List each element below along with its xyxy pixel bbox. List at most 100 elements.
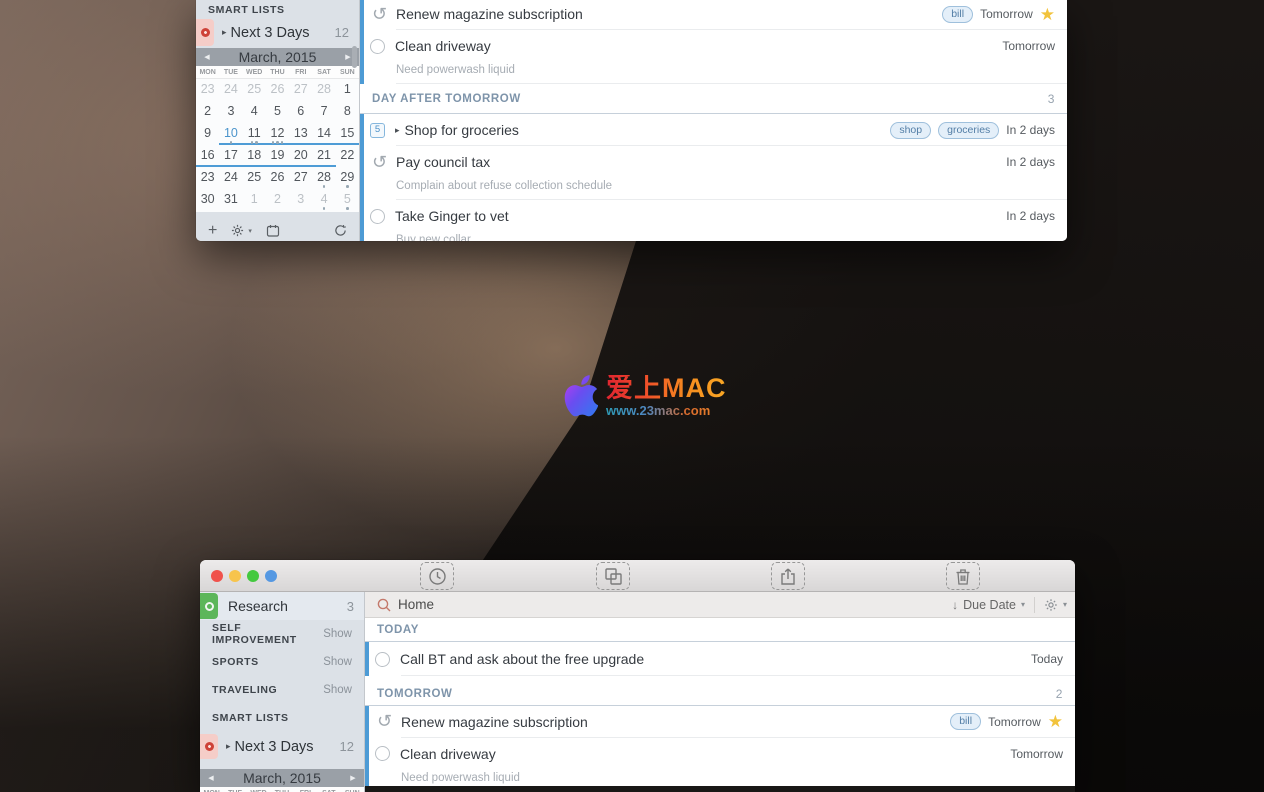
calendar-day[interactable]: 31 xyxy=(219,189,242,211)
task-row[interactable]: ↺ Renew magazine subscription bill Tomor… xyxy=(365,706,1075,738)
calendar-day[interactable]: 27 xyxy=(289,167,312,189)
calendar-day[interactable]: 19 xyxy=(266,145,289,167)
group-show-button[interactable]: Show xyxy=(323,656,352,668)
sync-refresh-icon[interactable] xyxy=(334,224,347,237)
task-row[interactable]: ↺ Renew magazine subscription bill Tomor… xyxy=(360,0,1067,30)
calendar-day[interactable]: 20 xyxy=(289,145,312,167)
disclosure-triangle-icon[interactable]: ▸ xyxy=(395,125,400,136)
chevron-down-icon[interactable]: ▾ xyxy=(1021,600,1025,609)
sidebar-group-traveling[interactable]: TRAVELING Show xyxy=(200,676,364,704)
calendar-day[interactable]: 4 xyxy=(312,189,335,211)
sidebar-group-sports[interactable]: SPORTS Show xyxy=(200,648,364,676)
sidebar-scrollbar[interactable] xyxy=(352,46,357,68)
calendar-day[interactable]: 2 xyxy=(266,189,289,211)
calendar-day[interactable]: 5 xyxy=(266,101,289,123)
star-icon[interactable]: ★ xyxy=(1040,6,1055,23)
checkbox[interactable] xyxy=(370,209,385,224)
fullscreen-button[interactable] xyxy=(265,570,277,582)
task-row[interactable]: Take Ginger to vet In 2 days Buy new col… xyxy=(360,200,1067,241)
calendar-day[interactable]: 25 xyxy=(243,79,266,101)
calendar-day[interactable]: 24 xyxy=(219,167,242,189)
sidebar-item-next-3-days[interactable]: ▸ Next 3 Days 12 xyxy=(196,17,359,48)
disclosure-triangle-icon[interactable]: ▸ xyxy=(222,27,227,38)
checkbox[interactable] xyxy=(375,746,390,761)
calendar-day[interactable]: 8 xyxy=(336,101,359,123)
checkbox[interactable] xyxy=(370,39,385,54)
calendar-day-today[interactable]: 10 xyxy=(219,123,242,145)
calendar-day[interactable]: 24 xyxy=(219,79,242,101)
tag-pill[interactable]: groceries xyxy=(938,122,999,139)
calendar-day[interactable]: 12 xyxy=(266,123,289,145)
gear-chevron-icon[interactable]: ▾ xyxy=(248,227,252,235)
recurring-checkbox-icon[interactable]: ↺ xyxy=(370,5,389,24)
close-button[interactable] xyxy=(211,570,223,582)
calendar-day[interactable]: 16 xyxy=(196,145,219,167)
minimize-button[interactable] xyxy=(229,570,241,582)
group-show-button[interactable]: Show xyxy=(323,684,352,696)
calendar-day[interactable]: 30 xyxy=(196,189,219,211)
chevron-down-icon[interactable]: ▾ xyxy=(1063,600,1067,609)
sort-by-button[interactable]: Due Date xyxy=(963,598,1016,612)
group-show-button[interactable]: Show xyxy=(323,628,352,640)
calendar-icon[interactable] xyxy=(266,224,280,237)
search-bar[interactable]: Home ↓ Due Date ▾ ▾ xyxy=(365,592,1075,618)
calendar-next-icon[interactable]: ▶ xyxy=(342,774,364,782)
calendar-day[interactable]: 2 xyxy=(196,101,219,123)
gear-icon[interactable] xyxy=(231,224,244,237)
recurring-checkbox-icon[interactable]: ↺ xyxy=(370,153,389,172)
task-row[interactable]: ↺ Pay council tax In 2 days Complain abo… xyxy=(360,146,1067,200)
calendar-day[interactable]: 18 xyxy=(243,145,266,167)
share-toolbar-button[interactable] xyxy=(771,562,805,590)
calendar-day[interactable]: 26 xyxy=(266,79,289,101)
calendar-prev-icon[interactable]: ◀ xyxy=(200,774,222,782)
calendar-day[interactable]: 15 xyxy=(336,123,359,145)
calendar-day[interactable]: 21 xyxy=(312,145,335,167)
calendar-day[interactable]: 22 xyxy=(336,145,359,167)
calendar-day[interactable]: 23 xyxy=(196,79,219,101)
calendar-day[interactable]: 17 xyxy=(219,145,242,167)
trash-toolbar-button[interactable] xyxy=(946,562,980,590)
sidebar-item-next-3-days[interactable]: ▸ Next 3 Days 12 xyxy=(200,732,364,761)
calendar-day[interactable]: 11 xyxy=(243,123,266,145)
calendar-day[interactable]: 26 xyxy=(266,167,289,189)
calendar-day[interactable]: 28 xyxy=(312,79,335,101)
calendar-day[interactable]: 4 xyxy=(243,101,266,123)
tag-pill[interactable]: bill xyxy=(942,6,973,23)
calendar-day[interactable]: 1 xyxy=(243,189,266,211)
calendar-day[interactable]: 14 xyxy=(312,123,335,145)
calendar-day[interactable]: 3 xyxy=(289,189,312,211)
calendar-day[interactable]: 3 xyxy=(219,101,242,123)
calendar-day[interactable]: 9 xyxy=(196,123,219,145)
duplicate-windows-toolbar-button[interactable] xyxy=(596,562,630,590)
tag-pill[interactable]: bill xyxy=(950,713,981,730)
calendar-day[interactable]: 7 xyxy=(312,101,335,123)
star-icon[interactable]: ★ xyxy=(1048,713,1063,730)
calendar-day[interactable]: 5 xyxy=(336,189,359,211)
calendar-day[interactable]: 25 xyxy=(243,167,266,189)
tag-pill[interactable]: shop xyxy=(890,122,931,139)
calendar-day[interactable]: 1 xyxy=(336,79,359,101)
sidebar-item-research[interactable]: Research 3 xyxy=(200,592,364,620)
calendar-day[interactable]: 13 xyxy=(289,123,312,145)
calendar-day[interactable]: 28 xyxy=(312,167,335,189)
calendar-day[interactable]: 6 xyxy=(289,101,312,123)
task-row[interactable]: Clean driveway Tomorrow Need powerwash l… xyxy=(360,30,1067,84)
checklist-checkbox[interactable]: 5 xyxy=(370,123,385,138)
view-options-icon[interactable] xyxy=(1044,598,1058,612)
sort-direction-icon[interactable]: ↓ xyxy=(952,598,958,612)
calendar-day[interactable]: 27 xyxy=(289,79,312,101)
task-row[interactable]: 5 ▸ Shop for groceries shop groceries In… xyxy=(360,114,1067,146)
zoom-button[interactable] xyxy=(247,570,259,582)
calendar-prev-icon[interactable]: ◀ xyxy=(196,53,218,61)
task-row[interactable]: Clean driveway Tomorrow Need powerwash l… xyxy=(365,738,1075,792)
schedule-clock-toolbar-button[interactable] xyxy=(420,562,454,590)
calendar-day[interactable]: 29 xyxy=(336,167,359,189)
disclosure-triangle-icon[interactable]: ▸ xyxy=(226,741,231,752)
recurring-checkbox-icon[interactable]: ↺ xyxy=(375,712,394,731)
sidebar-group-self-improvement[interactable]: SELF IMPROVEMENT Show xyxy=(200,620,364,648)
calendar-day[interactable]: 23 xyxy=(196,167,219,189)
checkbox[interactable] xyxy=(375,652,390,667)
add-list-button[interactable]: + xyxy=(208,223,217,239)
window-titlebar[interactable] xyxy=(200,560,1075,592)
task-row[interactable]: Call BT and ask about the free upgrade T… xyxy=(365,642,1075,676)
